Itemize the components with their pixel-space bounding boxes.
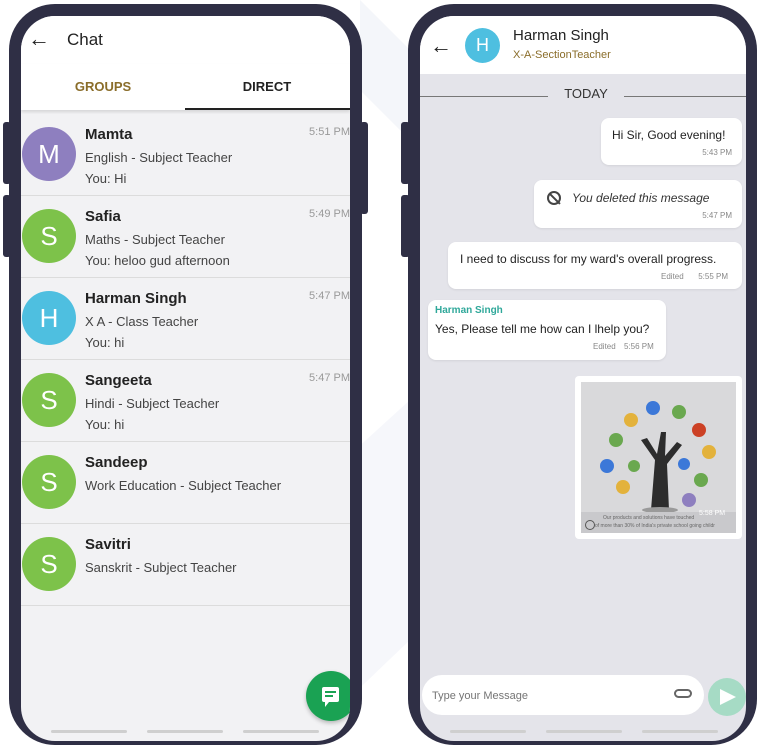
contact-name: Sangeeta bbox=[85, 372, 152, 389]
last-message: You: hi bbox=[85, 417, 125, 432]
blocked-icon bbox=[547, 191, 561, 205]
conversation-header: ← H Harman Singh X-A-SectionTeacher bbox=[420, 16, 746, 74]
chat-list: M Mamta English - Subject Teacher You: H… bbox=[21, 114, 350, 606]
tab-groups[interactable]: GROUPS bbox=[21, 64, 185, 110]
outgoing-message[interactable]: Hi Sir, Good evening! 5:43 PM bbox=[601, 118, 742, 165]
nav-bar-pill bbox=[546, 730, 622, 733]
message-text: You deleted this message bbox=[572, 191, 710, 205]
image-message[interactable]: Our products and solutions have touched … bbox=[575, 376, 742, 539]
tab-direct-label: DIRECT bbox=[242, 79, 292, 94]
day-separator-line-left bbox=[420, 96, 548, 97]
contact-role: Work Education - Subject Teacher bbox=[85, 478, 282, 493]
edited-label: Edited bbox=[661, 272, 684, 281]
contact-role: English - Subject Teacher bbox=[85, 150, 233, 165]
contact-name: Safia bbox=[85, 208, 121, 225]
chat-item-mamta[interactable]: M Mamta English - Subject Teacher You: H… bbox=[21, 114, 350, 196]
tab-direct[interactable]: DIRECT bbox=[185, 64, 350, 110]
message-time: 5:51 PM bbox=[309, 126, 350, 138]
nav-bar-pill bbox=[243, 730, 319, 733]
attached-image: Our products and solutions have touched … bbox=[581, 382, 736, 533]
image-caption-line-2: of more than 30% of India's private scho… bbox=[595, 523, 715, 529]
chat-item-sandeep[interactable]: S Sandeep Work Education - Subject Teach… bbox=[21, 442, 350, 524]
deleted-message[interactable]: You deleted this message 5:47 PM bbox=[534, 180, 742, 228]
contact-role: Sanskrit - Subject Teacher bbox=[85, 560, 237, 575]
message-text: Yes, Please tell me how can I lhelp you? bbox=[435, 322, 650, 336]
nav-bar-pill bbox=[642, 730, 718, 733]
avatar: S bbox=[22, 209, 76, 263]
contact-subtitle: X-A-SectionTeacher bbox=[513, 49, 611, 61]
avatar: H bbox=[22, 291, 76, 345]
message-text: I need to discuss for my ward's overall … bbox=[460, 252, 717, 266]
tab-bar: GROUPS DIRECT bbox=[21, 64, 350, 110]
contact-name: Savitri bbox=[85, 536, 131, 553]
edited-label: Edited bbox=[593, 342, 616, 351]
message-time: 5:47 PM bbox=[702, 211, 732, 220]
new-chat-button[interactable] bbox=[306, 671, 350, 721]
right-phone-frame: ← H Harman Singh X-A-SectionTeacher TODA… bbox=[408, 4, 757, 745]
conversation-screen: ← H Harman Singh X-A-SectionTeacher TODA… bbox=[420, 16, 746, 741]
message-time: 5:55 PM bbox=[698, 272, 728, 281]
chat-item-sangeeta[interactable]: S Sangeeta Hindi - Subject Teacher You: … bbox=[21, 360, 350, 442]
contact-name: Harman Singh bbox=[85, 290, 187, 307]
left-phone-frame: ← Chat GROUPS DIRECT M Mamta English - S… bbox=[9, 4, 362, 745]
chat-bubble-icon-line bbox=[325, 691, 336, 693]
day-separator: TODAY bbox=[420, 86, 746, 106]
incoming-message[interactable]: Harman Singh Yes, Please tell me how can… bbox=[428, 300, 666, 360]
message-text: Hi Sir, Good evening! bbox=[612, 128, 726, 142]
message-time: 5:47 PM bbox=[309, 290, 350, 302]
contact-name: Harman Singh bbox=[513, 27, 609, 44]
last-message: You: heloo gud afternoon bbox=[85, 253, 230, 268]
chat-list-screen: ← Chat GROUPS DIRECT M Mamta English - S… bbox=[21, 16, 350, 741]
last-message: You: hi bbox=[85, 335, 125, 350]
message-time: 5:43 PM bbox=[702, 148, 732, 157]
day-separator-line-right bbox=[624, 96, 746, 97]
chat-item-harman-singh[interactable]: H Harman Singh X A - Class Teacher You: … bbox=[21, 278, 350, 360]
message-time: 5:49 PM bbox=[309, 208, 350, 220]
image-time: 5:58 PM bbox=[699, 510, 726, 517]
nav-bar-pill bbox=[450, 730, 526, 733]
send-icon[interactable] bbox=[708, 678, 746, 716]
clock-icon bbox=[585, 520, 595, 530]
message-composer bbox=[422, 675, 704, 715]
contact-role: X A - Class Teacher bbox=[85, 314, 199, 329]
sender-name: Harman Singh bbox=[435, 305, 503, 316]
chat-item-safia[interactable]: S Safia Maths - Subject Teacher You: hel… bbox=[21, 196, 350, 278]
message-input[interactable] bbox=[430, 685, 664, 707]
avatar: M bbox=[22, 127, 76, 181]
app-bar: ← Chat bbox=[21, 16, 350, 64]
image-caption-line-1: Our products and solutions have touched bbox=[603, 515, 695, 521]
chat-item-savitri[interactable]: S Savitri Sanskrit - Subject Teacher bbox=[21, 524, 350, 606]
nav-bar-pill bbox=[51, 730, 127, 733]
contact-role: Hindi - Subject Teacher bbox=[85, 396, 220, 411]
contact-name: Sandeep bbox=[85, 454, 148, 471]
outgoing-message[interactable]: I need to discuss for my ward's overall … bbox=[448, 242, 742, 289]
avatar: S bbox=[22, 537, 76, 591]
avatar: S bbox=[22, 373, 76, 427]
contact-avatar: H bbox=[465, 28, 500, 63]
page-title: Chat bbox=[67, 30, 103, 49]
arrow-left-icon[interactable]: ← bbox=[430, 33, 452, 59]
avatar: S bbox=[22, 455, 76, 509]
contact-name: Mamta bbox=[85, 126, 133, 143]
contact-role: Maths - Subject Teacher bbox=[85, 232, 225, 247]
message-time: 5:47 PM bbox=[309, 372, 350, 384]
day-separator-label: TODAY bbox=[564, 86, 608, 101]
arrow-left-icon[interactable]: ← bbox=[28, 26, 50, 52]
message-time: 5:56 PM bbox=[624, 342, 654, 351]
last-message: You: Hi bbox=[85, 171, 127, 186]
active-tab-indicator bbox=[185, 108, 350, 110]
paperclip-icon[interactable] bbox=[674, 689, 692, 698]
nav-bar-pill bbox=[147, 730, 223, 733]
chat-bubble-icon-line bbox=[325, 695, 333, 697]
